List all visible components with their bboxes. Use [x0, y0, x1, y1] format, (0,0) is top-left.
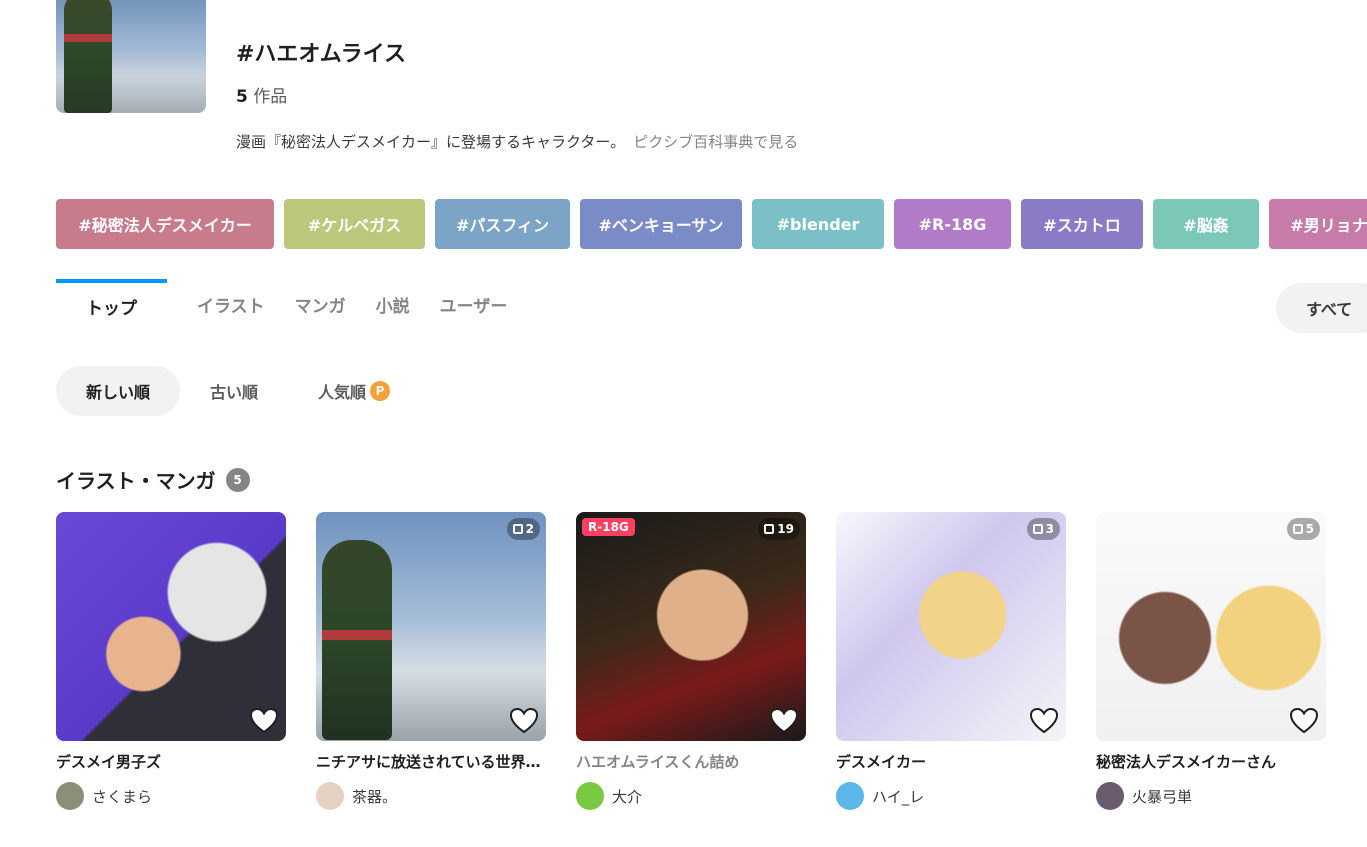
heart-icon[interactable]: [768, 705, 800, 737]
pages-icon: [512, 524, 523, 534]
page-count: 5: [1305, 522, 1314, 536]
avatar[interactable]: [836, 782, 864, 810]
sort-popular-label: 人気順: [318, 383, 367, 402]
work-thumbnail[interactable]: R-18G 19: [576, 512, 806, 741]
cover-figure: [64, 0, 112, 113]
heart-icon[interactable]: [1028, 705, 1060, 737]
user-name[interactable]: 大介: [612, 786, 642, 807]
heart-icon[interactable]: [1288, 705, 1320, 737]
related-tag-chip[interactable]: #パスフィン: [435, 199, 570, 249]
thumbnail-belt: [322, 630, 392, 640]
page-count: 3: [1045, 522, 1054, 536]
works-count-number: 5: [236, 87, 248, 107]
work-card: 2 ニチアサに放送されている世界… 茶器。: [316, 512, 546, 810]
heart-icon[interactable]: [508, 705, 540, 737]
page-count-badge: 3: [1026, 518, 1060, 540]
work-title[interactable]: デスメイ男子ズ: [56, 751, 286, 772]
related-tag-chip[interactable]: #ベンキョーサン: [580, 199, 742, 249]
works-grid: デスメイ男子ズ さくまら 2 ニチアサに放送されている世界… 茶器。 R-18G…: [56, 512, 1326, 810]
user-name[interactable]: ハイ_レ: [872, 786, 924, 807]
work-user[interactable]: ハイ_レ: [836, 782, 1066, 810]
related-tag-chip[interactable]: #秘密法人デスメイカー: [56, 199, 274, 249]
user-name[interactable]: さくまら: [92, 786, 152, 807]
work-thumbnail[interactable]: 3: [836, 512, 1066, 741]
tag-description-text: 漫画『秘密法人デスメイカー』に登場するキャラクター。: [236, 133, 626, 151]
work-card: 3 デスメイカー ハイ_レ: [836, 512, 1066, 810]
work-card: 5 秘密法人デスメイカーさん 火暴弓単: [1096, 512, 1326, 810]
sort-oldest[interactable]: 古い順: [180, 366, 288, 416]
work-user[interactable]: さくまら: [56, 782, 286, 810]
user-name[interactable]: 火暴弓単: [1132, 786, 1192, 807]
related-tag-chip[interactable]: #脳姦: [1153, 199, 1259, 249]
work-title[interactable]: デスメイカー: [836, 751, 1066, 772]
work-card: デスメイ男子ズ さくまら: [56, 512, 286, 810]
avatar[interactable]: [316, 782, 344, 810]
sort-newest[interactable]: 新しい順: [56, 366, 181, 416]
tag-description: 漫画『秘密法人デスメイカー』に登場するキャラクター。 ピクシブ百科事典で見る: [236, 131, 798, 152]
filter-all-button[interactable]: すべて: [1276, 283, 1367, 333]
tag-title: #ハエオムライス: [236, 42, 407, 67]
works-count: 5 作品: [236, 82, 287, 107]
avatar[interactable]: [1096, 782, 1124, 810]
tab-illust[interactable]: イラスト: [197, 279, 265, 329]
page-count: 2: [525, 522, 534, 536]
sort-popular[interactable]: 人気順 P: [288, 366, 420, 416]
tab-top[interactable]: トップ: [56, 279, 167, 329]
avatar[interactable]: [56, 782, 84, 810]
user-name[interactable]: 茶器。: [352, 786, 397, 807]
related-tag-chip[interactable]: #blender: [752, 199, 884, 249]
tab-novel[interactable]: 小説: [376, 279, 410, 329]
work-user[interactable]: 茶器。: [316, 782, 546, 810]
page-count: 19: [777, 522, 794, 536]
section-title-text: イラスト・マンガ: [56, 469, 216, 493]
pages-icon: [1032, 524, 1043, 534]
avatar[interactable]: [576, 782, 604, 810]
tag-cover-image: [56, 0, 206, 113]
related-tag-chip[interactable]: #スカトロ: [1021, 199, 1143, 249]
works-count-unit: 作品: [253, 87, 288, 107]
r18g-badge: R-18G: [582, 518, 635, 536]
related-tag-chip[interactable]: #ケルベガス: [284, 199, 425, 249]
work-card: R-18G 19 ハエオムライスくん詰め 大介: [576, 512, 806, 810]
heart-icon[interactable]: [248, 705, 280, 737]
work-title[interactable]: 秘密法人デスメイカーさん: [1096, 751, 1326, 772]
work-thumbnail[interactable]: 5: [1096, 512, 1326, 741]
related-tag-chip[interactable]: #R-18G: [894, 199, 1011, 249]
work-user[interactable]: 大介: [576, 782, 806, 810]
page-count-badge: 5: [1286, 518, 1320, 540]
sort-options: 新しい順 古い順 人気順 P: [56, 366, 420, 416]
cover-belt: [64, 34, 112, 42]
work-thumbnail[interactable]: 2: [316, 512, 546, 741]
page-count-badge: 19: [758, 518, 800, 540]
work-user[interactable]: 火暴弓単: [1096, 782, 1326, 810]
premium-icon: P: [370, 381, 391, 401]
related-tags: #秘密法人デスメイカー #ケルベガス #パスフィン #ベンキョーサン #blen…: [56, 199, 1367, 249]
section-count-badge: 5: [225, 467, 250, 492]
tab-user[interactable]: ユーザー: [440, 279, 508, 329]
related-tag-chip[interactable]: #男リョナ: [1269, 199, 1367, 249]
pages-icon: [764, 524, 775, 534]
tab-manga[interactable]: マンガ: [295, 279, 346, 329]
page-count-badge: 2: [506, 518, 540, 540]
thumbnail-figure: [322, 540, 392, 740]
work-title[interactable]: ハエオムライスくん詰め: [576, 751, 806, 772]
encyclopedia-link[interactable]: ピクシブ百科事典で見る: [633, 133, 798, 151]
section-title: イラスト・マンガ 5: [56, 465, 250, 494]
work-thumbnail[interactable]: [56, 512, 286, 741]
content-tabs: トップ イラスト マンガ 小説 ユーザー: [56, 279, 537, 329]
work-title[interactable]: ニチアサに放送されている世界…: [316, 751, 546, 772]
pages-icon: [1292, 524, 1303, 534]
